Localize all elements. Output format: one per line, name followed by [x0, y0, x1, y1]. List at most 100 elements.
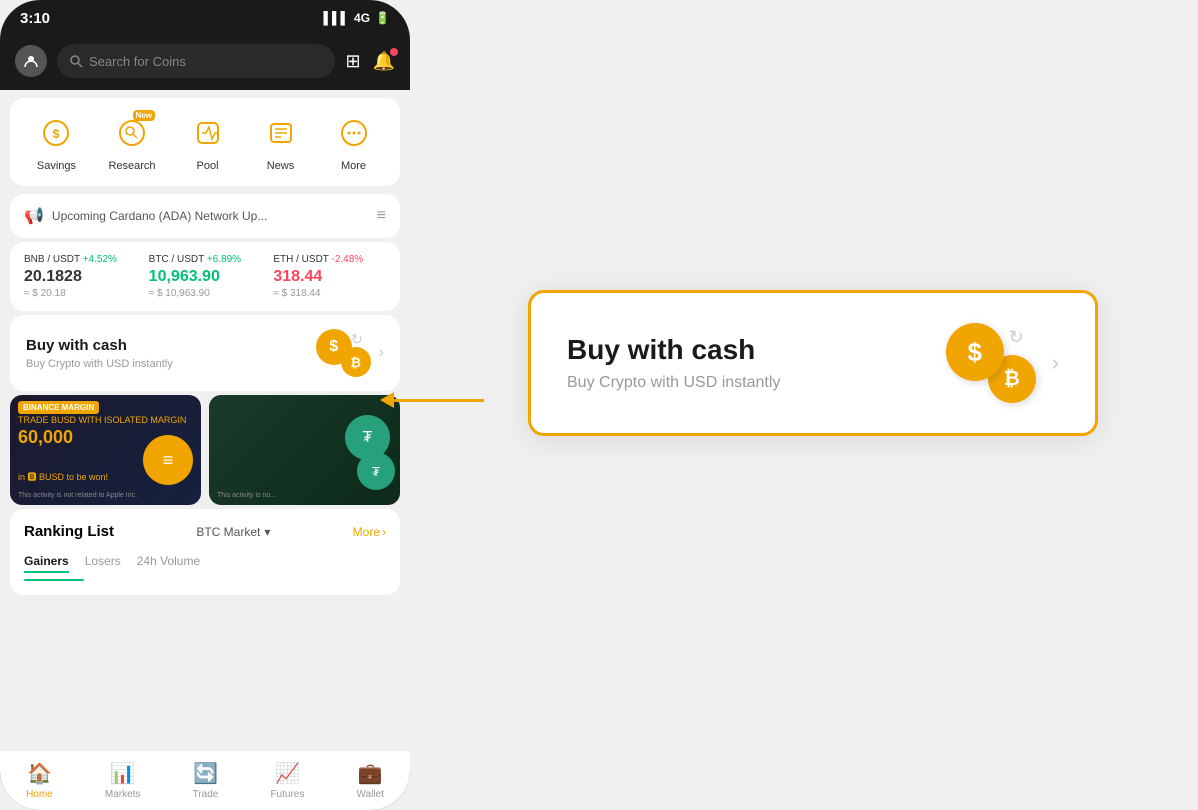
nav-wallet[interactable]: 💼 Wallet — [356, 761, 383, 800]
bell-icon[interactable]: 🔔 — [373, 51, 395, 72]
nav-markets[interactable]: 📊 Markets — [105, 761, 141, 800]
phone-container: 3:10 ▌▌▌ 4G 🔋 Search for Coins ⊞ 🔔 — [0, 0, 410, 810]
refresh-arrow: ↻ — [351, 331, 363, 348]
banner-margin[interactable]: BINANCE MARGIN TRADE BUSD WITH ISOLATED … — [10, 395, 201, 505]
menu-savings[interactable]: $ Savings — [35, 112, 77, 172]
banner-label: BINANCE MARGIN — [18, 401, 99, 414]
tab-indicator — [24, 579, 84, 581]
nav-markets-label: Markets — [105, 789, 141, 800]
market-label: BTC Market — [196, 525, 260, 539]
more-label: More — [341, 160, 366, 172]
ticker-btc[interactable]: BTC / USDT +6.89% 10,963.90 ≈ $ 10,963.9… — [149, 254, 262, 299]
popup-buy-cash[interactable]: Buy with cash Buy Crypto with USD instan… — [528, 290, 1098, 436]
nav-home[interactable]: 🏠 Home — [26, 761, 53, 800]
nav-home-label: Home — [26, 789, 53, 800]
trade-icon: 🔄 — [193, 761, 218, 786]
ranking-section: Ranking List BTC Market ▾ More › Gainers… — [10, 509, 400, 595]
search-placeholder: Search for Coins — [89, 54, 186, 69]
buy-cash-arrow: › — [379, 344, 384, 362]
ranking-title: Ranking List — [24, 523, 114, 540]
banner-amount: 60,000 — [18, 427, 73, 448]
battery-icon: 🔋 — [375, 11, 390, 25]
arrow-head — [380, 392, 394, 408]
bottom-nav: 🏠 Home 📊 Markets 🔄 Trade 📈 Futures 💼 Wal… — [0, 750, 410, 810]
search-bar[interactable]: Search for Coins — [57, 44, 335, 78]
bnb-pair: BNB / USDT +4.52% — [24, 254, 137, 265]
buy-cash-left: Buy with cash Buy Crypto with USD instan… — [26, 337, 316, 370]
network-type: 4G — [354, 11, 370, 25]
nav-futures[interactable]: 📈 Futures — [270, 761, 304, 800]
popup-coin-stack: $ ↻ ₿ — [946, 323, 1036, 403]
ranking-tabs: Gainers Losers 24h Volume — [24, 550, 386, 573]
popup-title: Buy with cash — [567, 334, 946, 366]
dollar-coin: $ — [316, 329, 352, 365]
coin-stack: $ ↻ ₿ — [316, 329, 371, 377]
more-chevron-icon: › — [382, 525, 386, 539]
avatar[interactable] — [15, 45, 47, 77]
pool-label: Pool — [197, 160, 219, 172]
news-icon — [260, 112, 302, 154]
bnb-price: 20.1828 — [24, 268, 137, 286]
menu-more[interactable]: More — [333, 112, 375, 172]
top-bar: Search for Coins ⊞ 🔔 — [0, 36, 410, 90]
menu-research[interactable]: New Research — [108, 112, 155, 172]
banner-busd-coin: ≡ — [143, 435, 193, 485]
popup-chevron-right[interactable]: › — [1052, 350, 1059, 376]
menu-pool[interactable]: Pool — [187, 112, 229, 172]
connector-arrow — [380, 380, 490, 420]
banner-tether[interactable]: ₮ ₮ This activity is no... — [209, 395, 400, 505]
list-icon[interactable]: ≡ — [377, 207, 386, 225]
banner-text: TRADE BUSD WITH ISOLATED MARGIN — [18, 415, 186, 425]
ranking-header: Ranking List BTC Market ▾ More › — [24, 523, 386, 540]
banner-sub: in 🅱 BUSD to be won! — [18, 470, 108, 483]
quick-menu: $ Savings New Research — [10, 98, 400, 186]
btc-usd: ≈ $ 10,963.90 — [149, 288, 262, 299]
new-badge: New — [133, 110, 155, 121]
announcement-text: Upcoming Cardano (ADA) Network Up... — [52, 209, 267, 223]
signal-icon: ▌▌▌ — [324, 11, 350, 25]
nav-trade-label: Trade — [193, 789, 219, 800]
pool-icon — [187, 112, 229, 154]
btc-pair: BTC / USDT +6.89% — [149, 254, 262, 265]
nav-wallet-label: Wallet — [356, 789, 383, 800]
phone-screen: 3:10 ▌▌▌ 4G 🔋 Search for Coins ⊞ 🔔 — [0, 0, 410, 810]
eth-change: -2.48% — [332, 254, 364, 265]
ranking-market[interactable]: BTC Market ▾ — [196, 525, 270, 539]
status-icons: ▌▌▌ 4G 🔋 — [324, 11, 390, 25]
btc-price: 10,963.90 — [149, 268, 262, 286]
arrow-line — [394, 399, 484, 402]
nav-futures-label: Futures — [270, 789, 304, 800]
main-content: $ Savings New Research — [0, 90, 410, 750]
tab-losers[interactable]: Losers — [85, 550, 121, 573]
menu-news[interactable]: News — [260, 112, 302, 172]
nav-trade[interactable]: 🔄 Trade — [193, 761, 219, 800]
bnb-change: +4.52% — [83, 254, 117, 265]
popup-right: $ ↻ ₿ › — [946, 323, 1059, 403]
tether-coin-2: ₮ — [357, 452, 395, 490]
popup-subtitle: Buy Crypto with USD instantly — [567, 374, 946, 392]
banner-section: BINANCE MARGIN TRADE BUSD WITH ISOLATED … — [10, 395, 400, 505]
research-label: Research — [108, 160, 155, 172]
status-bar: 3:10 ▌▌▌ 4G 🔋 — [0, 0, 410, 36]
eth-price: 318.44 — [273, 268, 386, 286]
ranking-more-btn[interactable]: More › — [353, 525, 386, 539]
top-icons: ⊞ 🔔 — [345, 51, 395, 72]
banner-disclaimer: This activity is not related to Apple In… — [18, 492, 193, 499]
buy-cash-card[interactable]: Buy with cash Buy Crypto with USD instan… — [10, 315, 400, 391]
popup-dollar-coin: $ — [946, 323, 1004, 381]
announcement-bar[interactable]: 📢 Upcoming Cardano (ADA) Network Up... ≡ — [10, 194, 400, 238]
tab-24h-volume[interactable]: 24h Volume — [137, 550, 200, 573]
wallet-icon: 💼 — [358, 761, 383, 786]
buy-cash-right: $ ↻ ₿ › — [316, 329, 384, 377]
ticker-eth[interactable]: ETH / USDT -2.48% 318.44 ≈ $ 318.44 — [273, 254, 386, 299]
tab-gainers[interactable]: Gainers — [24, 550, 69, 573]
buy-cash-subtitle: Buy Crypto with USD instantly — [26, 358, 316, 370]
status-time: 3:10 — [20, 10, 50, 27]
home-icon: 🏠 — [27, 761, 52, 786]
chevron-down-icon: ▾ — [264, 525, 270, 539]
price-ticker: BNB / USDT +4.52% 20.1828 ≈ $ 20.18 BTC … — [10, 242, 400, 311]
scan-icon[interactable]: ⊞ — [345, 51, 360, 72]
ticker-bnb[interactable]: BNB / USDT +4.52% 20.1828 ≈ $ 20.18 — [24, 254, 137, 299]
futures-icon: 📈 — [275, 761, 300, 786]
megaphone-icon: 📢 — [24, 206, 44, 226]
